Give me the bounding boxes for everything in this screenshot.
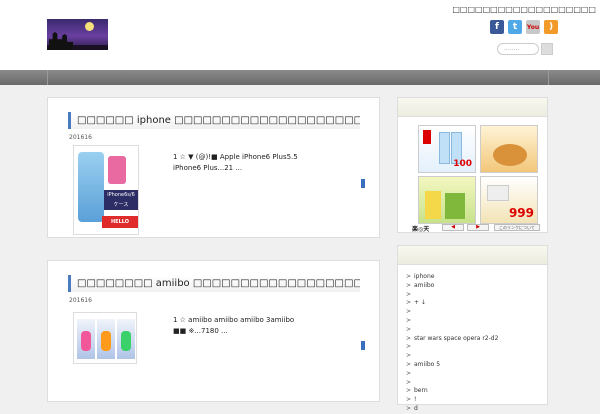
category-item[interactable]: >! <box>406 396 498 405</box>
excerpt-line: iPhone6 Plus...21 ... <box>173 164 243 172</box>
post-title[interactable]: □□□□□□□□ amiibo □□□□□□□□□□□□□□□□□□□□□□□□… <box>68 275 360 292</box>
facebook-icon[interactable]: f <box>490 20 504 34</box>
chevron-right-icon: > <box>406 316 412 324</box>
amiibo-box-image <box>117 319 135 359</box>
category-label: amiibo <box>414 281 435 289</box>
bottle-image <box>439 132 450 164</box>
chevron-right-icon: > <box>406 308 412 316</box>
chevron-right-icon: > <box>406 369 412 377</box>
product-image <box>445 193 465 219</box>
chevron-right-icon: > <box>406 352 412 360</box>
label-badge <box>423 130 431 144</box>
widget-header <box>398 246 547 265</box>
post-date: 201616 <box>69 297 92 304</box>
excerpt-line: 1 ☆ ▼ (@)!■ Apple iPhone6 Plus5.5 <box>173 153 298 161</box>
search-input[interactable]: ........ <box>497 43 539 55</box>
thumb-brand: HELLO KITTY <box>102 216 138 234</box>
site-logo[interactable] <box>47 19 108 50</box>
product-image <box>425 191 441 219</box>
category-item[interactable]: > + ↓ <box>406 299 498 308</box>
category-label: amiibo 5 <box>414 360 441 368</box>
category-item[interactable]: > <box>406 343 498 352</box>
prev-button[interactable]: ◀ <box>442 224 464 231</box>
category-item[interactable]: > iphone <box>406 273 498 282</box>
chevron-right-icon: > <box>406 387 412 395</box>
castle-icon <box>49 32 73 50</box>
read-more-button[interactable] <box>361 179 365 188</box>
category-label: + ↓ <box>414 299 426 307</box>
door-image <box>108 156 126 184</box>
category-label: star wars space opera r2-d2 <box>414 334 499 342</box>
post-title[interactable]: □□□□□□ iphone □□□□□□□□□□□□□□□□□□□□□□□□□□… <box>68 112 360 129</box>
chevron-right-icon: > <box>406 378 412 386</box>
about-link[interactable]: このリンクについて <box>494 224 540 231</box>
ad-price: 999 <box>508 206 534 220</box>
category-item[interactable]: > <box>406 308 498 317</box>
post-excerpt: 1 ☆ amiibo amiibo amiibo 3amiibo ■■ ※...… <box>173 315 294 337</box>
site-header: □□□□□□□□□□□□□□□□□□□ f t You ) ........ <box>0 0 600 70</box>
category-item[interactable]: > <box>406 326 498 335</box>
rss-icon[interactable]: ) <box>544 20 558 34</box>
chevron-right-icon: > <box>406 290 412 298</box>
category-item[interactable]: > amiibo <box>406 282 498 291</box>
widget-header <box>398 98 547 117</box>
chevron-right-icon: > <box>406 343 412 351</box>
social-links: f t You ) <box>490 20 558 34</box>
category-item[interactable]: > amiibo 5 <box>406 361 498 370</box>
search-button[interactable] <box>541 43 553 55</box>
phone-case-image <box>78 152 104 222</box>
post-date: 201616 <box>69 134 92 141</box>
category-item[interactable]: > <box>406 352 498 361</box>
moon-icon <box>85 22 94 31</box>
nav-divider <box>47 70 48 85</box>
post-card: □□□□□□□□ amiibo □□□□□□□□□□□□□□□□□□□□□□□□… <box>47 260 380 402</box>
category-item[interactable]: > d <box>406 405 498 414</box>
chevron-right-icon: > <box>406 273 412 280</box>
category-item[interactable]: > <box>406 291 498 300</box>
category-label: d <box>414 404 418 412</box>
chevron-right-icon: > <box>406 325 412 333</box>
global-nav[interactable] <box>0 70 600 85</box>
post-excerpt: 1 ☆ ▼ (@)!■ Apple iPhone6 Plus5.5 iPhone… <box>173 152 298 174</box>
chevron-right-icon: > <box>406 404 412 412</box>
category-item[interactable]: > <box>406 317 498 326</box>
category-item[interactable]: > <box>406 379 498 388</box>
post-card: □□□□□□ iphone □□□□□□□□□□□□□□□□□□□□□□□□□□… <box>47 97 380 238</box>
chevron-right-icon: > <box>406 281 412 289</box>
product-image <box>487 185 509 201</box>
category-list: > iphone > amiibo > > + ↓ > > > > star wars space o… <box>406 273 498 414</box>
pancake-image <box>493 144 527 166</box>
ad-banner-water[interactable]: 100 <box>418 125 476 173</box>
twitter-icon[interactable]: t <box>508 20 522 34</box>
chevron-right-icon: > <box>406 360 412 368</box>
ad-widget: 100 999 楽◎天 ◀ ▶ このリンクについて <box>397 97 548 233</box>
site-tagline: □□□□□□□□□□□□□□□□□□□ <box>452 5 596 14</box>
chevron-right-icon: > <box>406 299 412 307</box>
amiibo-box-image <box>77 319 95 359</box>
rakuten-logo[interactable]: 楽◎天 <box>412 224 429 233</box>
amiibo-box-image <box>97 319 115 359</box>
chevron-right-icon: > <box>406 334 412 342</box>
ad-banner-pancake[interactable] <box>480 125 538 173</box>
category-item[interactable]: > bern <box>406 387 498 396</box>
category-label: bern <box>414 387 428 395</box>
category-item[interactable]: > <box>406 370 498 379</box>
chevron-right-icon: > <box>406 396 412 404</box>
post-thumbnail[interactable] <box>73 312 137 364</box>
next-button[interactable]: ▶ <box>467 224 489 231</box>
nav-divider <box>548 70 549 85</box>
ad-price: 100 <box>453 159 472 169</box>
ad-banner-smoothie[interactable] <box>418 176 476 224</box>
category-label: iphone <box>414 273 435 280</box>
excerpt-line: ■■ ※...7180 ... <box>173 327 228 335</box>
post-thumbnail[interactable]: iPhone6s/6 ケース HELLO KITTY <box>73 145 139 235</box>
category-item[interactable]: > star wars space opera r2-d2 <box>406 335 498 344</box>
youtube-icon[interactable]: You <box>526 20 540 34</box>
category-widget: > iphone > amiibo > > + ↓ > > > > star wars space o… <box>397 245 548 412</box>
excerpt-line: 1 ☆ amiibo amiibo amiibo 3amiibo <box>173 316 295 324</box>
thumb-label: iPhone6s/6 ケース <box>104 190 138 210</box>
read-more-button[interactable] <box>361 341 365 350</box>
ad-banner-price[interactable]: 999 <box>480 176 538 224</box>
